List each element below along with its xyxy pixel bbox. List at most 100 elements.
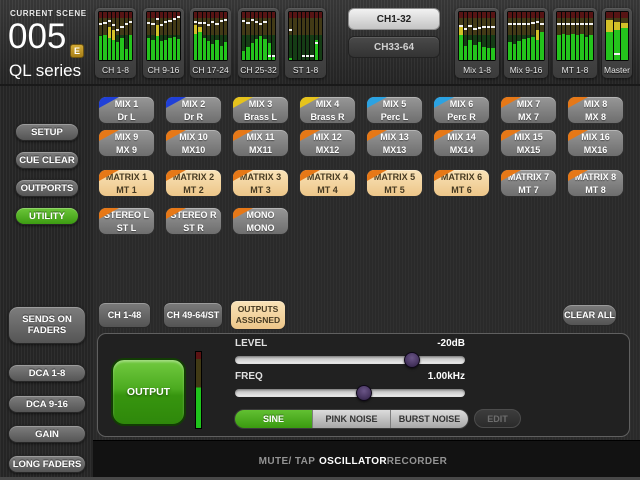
filter-button-outputs-assigned[interactable]: OUTPUTS ASSIGNED [230,300,286,330]
channel-button-mix-11[interactable]: MIX 11MX11 [232,129,289,157]
meter-bar [147,12,150,60]
channel-button-mix-9[interactable]: MIX 9MX 9 [98,129,155,157]
sidebar-button-sends-on-faders[interactable]: SENDS ON FADERS [8,306,86,344]
channel-button-mix-14[interactable]: MIX 14MX14 [433,129,490,157]
meter-bar [108,12,111,60]
channel-name: Brass R [300,111,355,124]
meter-bar [112,12,115,60]
meter-bar [151,12,154,60]
layer-button-ch1-32[interactable]: CH1-32 [348,8,440,30]
freq-slider-track[interactable] [235,389,465,397]
channel-button-matrix-8[interactable]: MATRIX 8MT 8 [567,169,624,197]
channel-button-mix-13[interactable]: MIX 13MX13 [366,129,423,157]
level-slider-track[interactable] [235,356,465,364]
channel-button-mix-10[interactable]: MIX 10MX10 [165,129,222,157]
meter-bar [482,12,486,60]
meter-group-master[interactable]: Master [602,8,632,78]
oscillator-output-button[interactable]: OUTPUT [111,358,186,426]
channel-button-matrix-7[interactable]: MATRIX 7MT 7 [500,169,557,197]
freq-slider-thumb[interactable] [356,385,372,401]
channel-button-stereo-r[interactable]: STEREO RST R [165,207,222,235]
channel-name: MX14 [434,144,489,157]
channel-button-mix-1[interactable]: MIX 1Dr L [98,96,155,124]
filter-button-ch-1-48[interactable]: CH 1-48 [98,302,151,328]
meter-group-mix-1-8[interactable]: Mix 1-8 [455,8,499,78]
channel-button-mix-15[interactable]: MIX 15MX15 [500,129,557,157]
filter-button-ch-49-64-st[interactable]: CH 49-64/ST [163,302,223,328]
sidebar-button-outports[interactable]: OUTPORTS [15,179,79,197]
channel-button-mix-8[interactable]: MIX 8MX 8 [567,96,624,124]
channel-name: MT 3 [233,184,288,197]
channel-button-mix-5[interactable]: MIX 5Perc L [366,96,423,124]
meter-bar [459,12,463,60]
channel-button-mix-4[interactable]: MIX 4Brass R [299,96,356,124]
layer-button-ch33-64[interactable]: CH33-64 [348,36,440,58]
oscillator-edit-button[interactable]: EDIT [474,409,521,428]
level-value: -20dB [365,338,465,349]
clear-all-button[interactable]: CLEAR ALL [562,304,617,326]
tab-recorder[interactable]: RECORDER [387,456,447,467]
grid-row: MIX 1Dr L MIX 2Dr R MIX 3Brass L MIX 4Brass… [93,96,640,124]
channel-button-matrix-6[interactable]: MATRIX 6MT 6 [433,169,490,197]
channel-button-mix-2[interactable]: MIX 2Dr R [165,96,222,124]
meter-group-st-1-8[interactable]: ST 1-8 [285,8,326,78]
bottom-tab-bar: MUTE/ TAP OSCILLATOR RECORDER [93,440,640,477]
meter-bar [491,12,495,60]
channel-name: Dr L [99,111,154,124]
meter-bar [289,12,292,60]
outputs-assigned-line1: OUTPUTS [238,304,279,315]
waveform-button-sine[interactable]: SINE [235,410,313,428]
meter-screen [146,11,181,61]
channel-name: MT 8 [568,184,623,197]
channel-button-matrix-5[interactable]: MATRIX 5MT 5 [366,169,423,197]
channel-button-matrix-4[interactable]: MATRIX 4MT 4 [299,169,356,197]
level-slider-thumb[interactable] [404,352,420,368]
waveform-button-pink-noise[interactable]: PINK NOISE [313,410,391,428]
sidebar-button-gain[interactable]: GAIN [8,425,86,443]
meter-bar [315,12,318,60]
sidebar-button-utility[interactable]: UTILITY [15,207,79,225]
meter-group-ch-9-16[interactable]: CH 9-16 [143,8,184,78]
meter-group-mix-9-16[interactable]: Mix 9-16 [504,8,548,78]
sidebar-button-dca-9-16[interactable]: DCA 9-16 [8,395,86,413]
channel-button-mix-3[interactable]: MIX 3Brass L [232,96,289,124]
meter-group-mt-1-8[interactable]: MT 1-8 [553,8,597,78]
channel-button-matrix-2[interactable]: MATRIX 2MT 2 [165,169,222,197]
channel-button-matrix-3[interactable]: MATRIX 3MT 3 [232,169,289,197]
channel-button-stereo-l[interactable]: STEREO LST L [98,207,155,235]
sidebar-button-long-faders[interactable]: LONG FADERS [8,455,86,473]
meter-group-ch-17-24[interactable]: CH 17-24 [190,8,231,78]
main-area: MIX 1Dr L MIX 2Dr R MIX 3Brass L MIX 4Brass… [93,86,640,480]
channel-button-matrix-1[interactable]: MATRIX 1MT 1 [98,169,155,197]
channel-name: MT 4 [300,184,355,197]
console-model-label: QL series [9,61,81,81]
meter-group-label: MT 1-8 [553,65,597,75]
channel-button-mono[interactable]: MONOMONO [232,207,289,235]
meter-group-label: Mix 9-16 [504,65,548,75]
meter-screen [556,11,594,61]
waveform-button-burst-noise[interactable]: BURST NOISE [391,410,468,428]
tab-mute-tap[interactable]: MUTE/ TAP [259,456,316,467]
channel-button-mix-7[interactable]: MIX 7MX 7 [500,96,557,124]
sidebar-button-cue-clear[interactable]: CUE CLEAR [15,151,79,169]
channel-name: MT 5 [367,184,422,197]
level-label: LEVEL [235,338,267,349]
channel-button-mix-16[interactable]: MIX 16MX16 [567,129,624,157]
meter-group-ch-25-32[interactable]: CH 25-32 [238,8,279,78]
meter-bar [242,12,245,60]
channel-name: MX10 [166,144,221,157]
meter-bar [531,12,535,60]
meter-bar [487,12,491,60]
tab-oscillator[interactable]: OSCILLATOR [319,456,387,467]
sidebar-button-setup[interactable]: SETUP [15,123,79,141]
meter-screen [193,11,228,61]
meter-screen [241,11,276,61]
sidebar-button-dca-1-8[interactable]: DCA 1-8 [8,364,86,382]
channel-button-mix-12[interactable]: MIX 12MX12 [299,129,356,157]
meter-group-ch-1-8[interactable]: CH 1-8 [95,8,136,78]
channel-button-mix-6[interactable]: MIX 6Perc R [433,96,490,124]
meter-bar [513,12,517,60]
meter-bar [464,12,468,60]
current-scene-panel[interactable]: CURRENT SCENE 005 E QL series [6,4,90,82]
meter-bar [220,12,223,60]
